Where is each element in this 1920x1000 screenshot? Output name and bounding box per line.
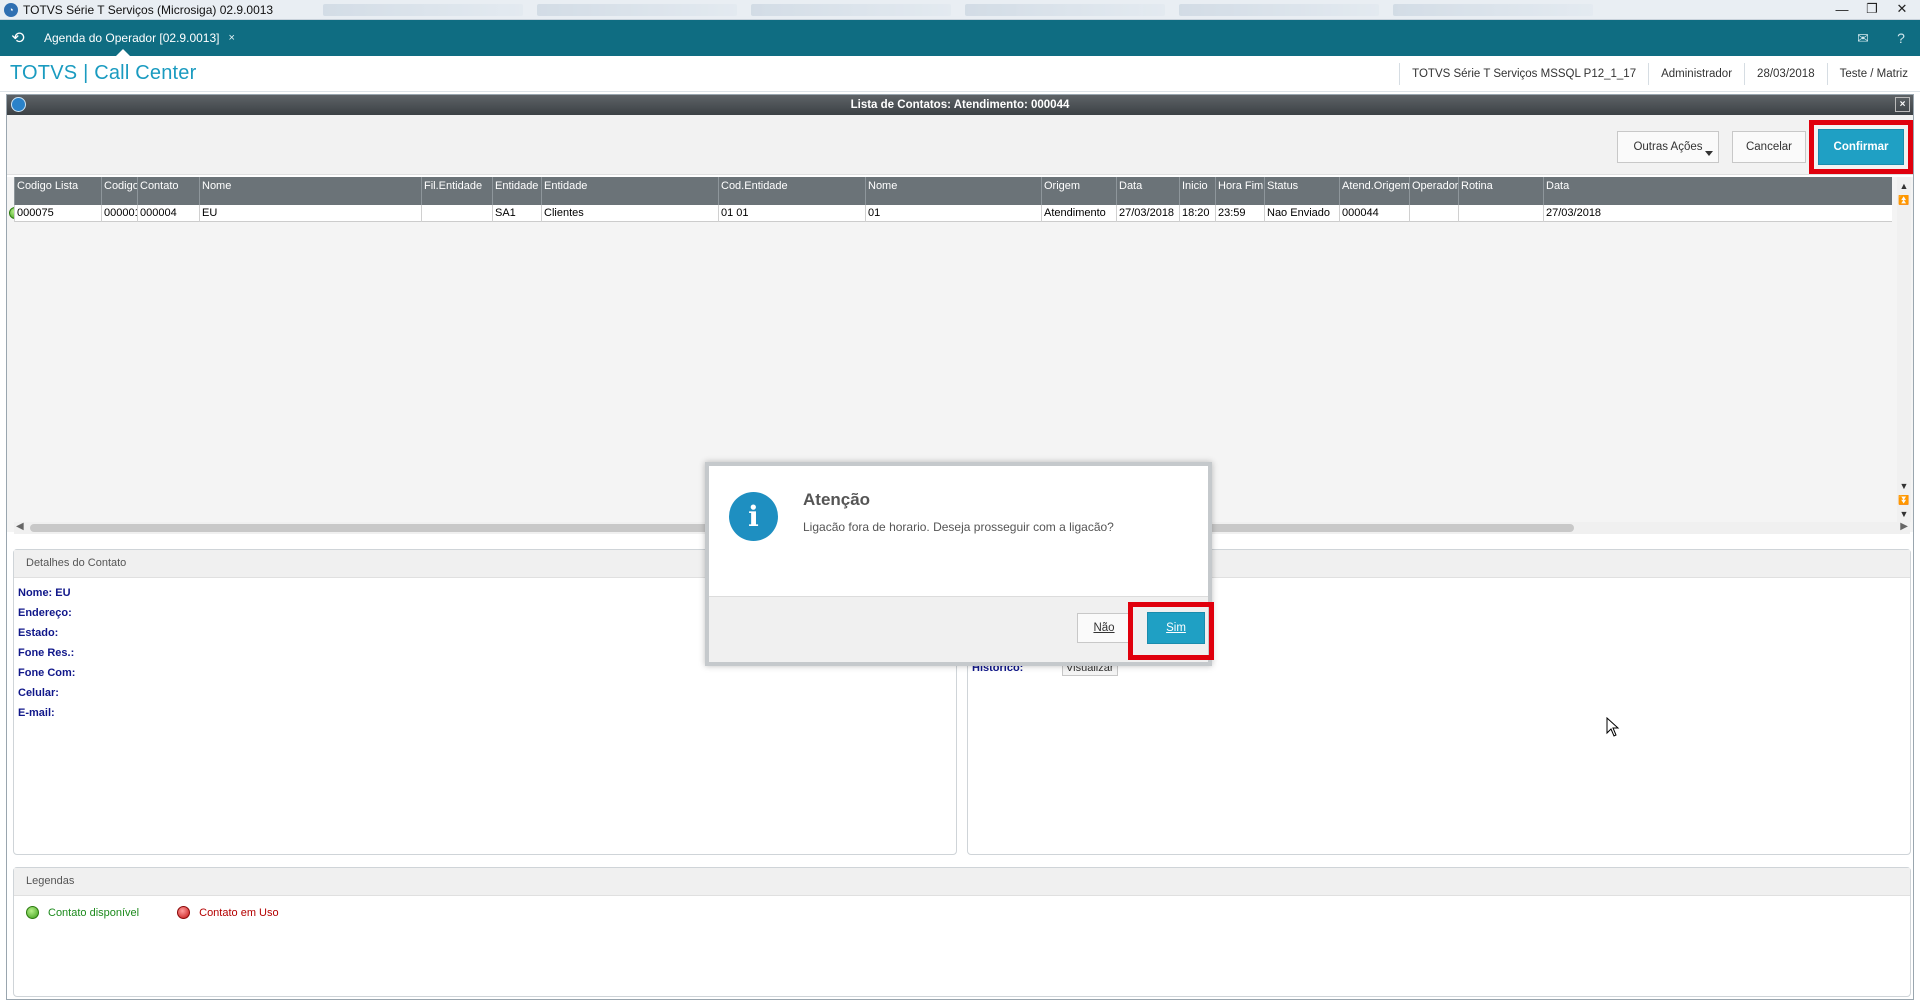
- col-cod-entidade[interactable]: Cod.Entidade: [718, 177, 865, 205]
- field-email: E-mail:: [18, 707, 55, 719]
- mail-icon[interactable]: ✉: [1844, 20, 1882, 56]
- col-rotina[interactable]: Rotina: [1458, 177, 1543, 205]
- highlight-confirm: [1809, 120, 1913, 174]
- user-label: Administrador: [1648, 63, 1744, 85]
- col-nome-entidade[interactable]: Nome: [865, 177, 1041, 205]
- dialog-message: Ligacão fora de horario. Deseja prossegu…: [803, 520, 1114, 534]
- col-inicio[interactable]: Inicio: [1179, 177, 1215, 205]
- app-header: TOTVS | Call Center TOTVS Série T Serviç…: [0, 56, 1920, 92]
- info-icon: i: [729, 492, 778, 541]
- cell-nome-entidade: 01: [865, 205, 1041, 222]
- legend-available: Contato disponível: [26, 906, 139, 919]
- cell-nome: EU: [199, 205, 421, 222]
- col-hora-fim[interactable]: Hora Fim: [1215, 177, 1264, 205]
- date-label: 28/03/2018: [1744, 63, 1827, 85]
- cell-entidade-nome: Clientes: [541, 205, 718, 222]
- cell-data: 27/03/2018: [1116, 205, 1179, 222]
- highlight-sim: [1128, 602, 1214, 660]
- taskbar-ghost: [323, 3, 1594, 16]
- tab-agenda-operador[interactable]: Agenda do Operador [02.9.0013] ×: [36, 20, 245, 56]
- vertical-scrollbar[interactable]: ▲ ⏫ ▼ ⏬ ▼: [1897, 177, 1911, 522]
- tab-close-icon[interactable]: ×: [228, 32, 234, 44]
- caret-down-icon: [1705, 151, 1713, 156]
- cell-origem: Atendimento: [1041, 205, 1116, 222]
- col-data[interactable]: Data: [1116, 177, 1179, 205]
- col-atend-origem[interactable]: Atend.Origem: [1339, 177, 1409, 205]
- environment-label: TOTVS Série T Serviços MSSQL P12_1_17: [1399, 63, 1648, 85]
- cell-entidade: SA1: [492, 205, 541, 222]
- scroll-left-icon[interactable]: ◀: [16, 521, 24, 532]
- help-icon[interactable]: ?: [1882, 20, 1920, 56]
- restore-icon[interactable]: ❐: [1858, 0, 1886, 18]
- cell-status: Nao Enviado: [1264, 205, 1339, 222]
- table-row[interactable]: 000075 000001 000004 EU SA1 Clientes 01 …: [14, 205, 1892, 222]
- col-entidade[interactable]: Entidade: [492, 177, 541, 205]
- cell-cod-entidade: 01 01: [718, 205, 865, 222]
- app-icon: ◔: [4, 2, 18, 17]
- os-titlebar: ◔ TOTVS Série T Serviços (Microsiga) 02.…: [0, 0, 1920, 20]
- scroll-page-down-icon[interactable]: ⏬: [1897, 493, 1911, 507]
- scroll-page-up-icon[interactable]: ⏫: [1897, 193, 1911, 207]
- col-entidade-nome[interactable]: Entidade: [541, 177, 718, 205]
- legend-available-label: Contato disponível: [48, 906, 140, 919]
- field-fone-com: Fone Com:: [18, 667, 76, 679]
- cell-hora-fim: 23:59: [1215, 205, 1264, 222]
- cancel-button[interactable]: Cancelar: [1732, 131, 1806, 163]
- cell-operador: [1409, 205, 1458, 222]
- grid-header: Codigo Lista Codigo Contato Nome Fil.Ent…: [14, 177, 1892, 205]
- col-data-2[interactable]: Data: [1543, 177, 1892, 205]
- nao-label: Não: [1093, 622, 1115, 634]
- col-nome[interactable]: Nome: [199, 177, 421, 205]
- red-dot-icon: [177, 906, 191, 919]
- scroll-right-icon[interactable]: ▶: [1900, 521, 1908, 532]
- col-codigo[interactable]: Codigo: [101, 177, 137, 205]
- cell-codigo: 000001: [101, 205, 137, 222]
- cell-codigo-lista: 000075: [14, 205, 101, 222]
- toolbar: Outras Ações Cancelar Confirmar: [7, 115, 1913, 175]
- mouse-cursor-icon: [1606, 717, 1620, 737]
- home-icon[interactable]: ⟲: [0, 20, 36, 56]
- legend-in-use-label: Contato em Uso: [199, 906, 279, 919]
- tab-bar: ⟲ Agenda do Operador [02.9.0013] × ✉ ?: [0, 20, 1920, 56]
- window-titlebar: Lista de Contatos: Atendimento: 000044 ×: [7, 95, 1913, 115]
- legend-title: Legendas: [14, 868, 1910, 896]
- dialog-title: Atenção: [803, 490, 871, 509]
- col-operador[interactable]: Operador: [1409, 177, 1458, 205]
- window-close-icon[interactable]: ×: [1895, 97, 1910, 112]
- window-icon: [11, 97, 26, 112]
- field-celular: Celular:: [18, 687, 59, 699]
- col-status[interactable]: Status: [1264, 177, 1339, 205]
- close-window-icon[interactable]: ✕: [1888, 0, 1916, 18]
- company-label: Teste / Matriz: [1826, 63, 1920, 85]
- window-title: Lista de Contatos: Atendimento: 000044: [850, 99, 1070, 111]
- scroll-bottom-icon[interactable]: ▼: [1897, 507, 1911, 521]
- col-fil-entidade[interactable]: Fil.Entidade: [421, 177, 492, 205]
- os-window-title: TOTVS Série T Serviços (Microsiga) 02.9.…: [23, 2, 274, 17]
- cell-inicio: 18:20: [1179, 205, 1215, 222]
- scroll-top-icon[interactable]: ▲: [1897, 179, 1911, 193]
- cell-atend-origem: 000044: [1339, 205, 1409, 222]
- green-dot-icon: [26, 906, 39, 919]
- cell-rotina: [1458, 205, 1543, 222]
- cell-contato: 000004: [137, 205, 199, 222]
- col-codigo-lista[interactable]: Codigo Lista: [14, 177, 101, 205]
- col-contato[interactable]: Contato: [137, 177, 199, 205]
- col-origem[interactable]: Origem: [1041, 177, 1116, 205]
- outras-acoes-button[interactable]: Outras Ações: [1617, 131, 1719, 163]
- legend-panel: Legendas Contato disponível Contato em U…: [13, 867, 1911, 997]
- cell-fil-entidade: [421, 205, 492, 222]
- tab-label: Agenda do Operador [02.9.0013]: [44, 31, 220, 45]
- minimize-icon[interactable]: —: [1828, 0, 1856, 18]
- brand-title: TOTVS | Call Center: [10, 62, 197, 84]
- legend-in-use: Contato em Uso: [177, 906, 279, 919]
- scroll-down-icon[interactable]: ▼: [1897, 479, 1911, 493]
- cell-data-2: 27/03/2018: [1543, 205, 1892, 222]
- nao-button[interactable]: Não: [1077, 613, 1131, 643]
- outras-acoes-label: Outras Ações: [1633, 141, 1703, 153]
